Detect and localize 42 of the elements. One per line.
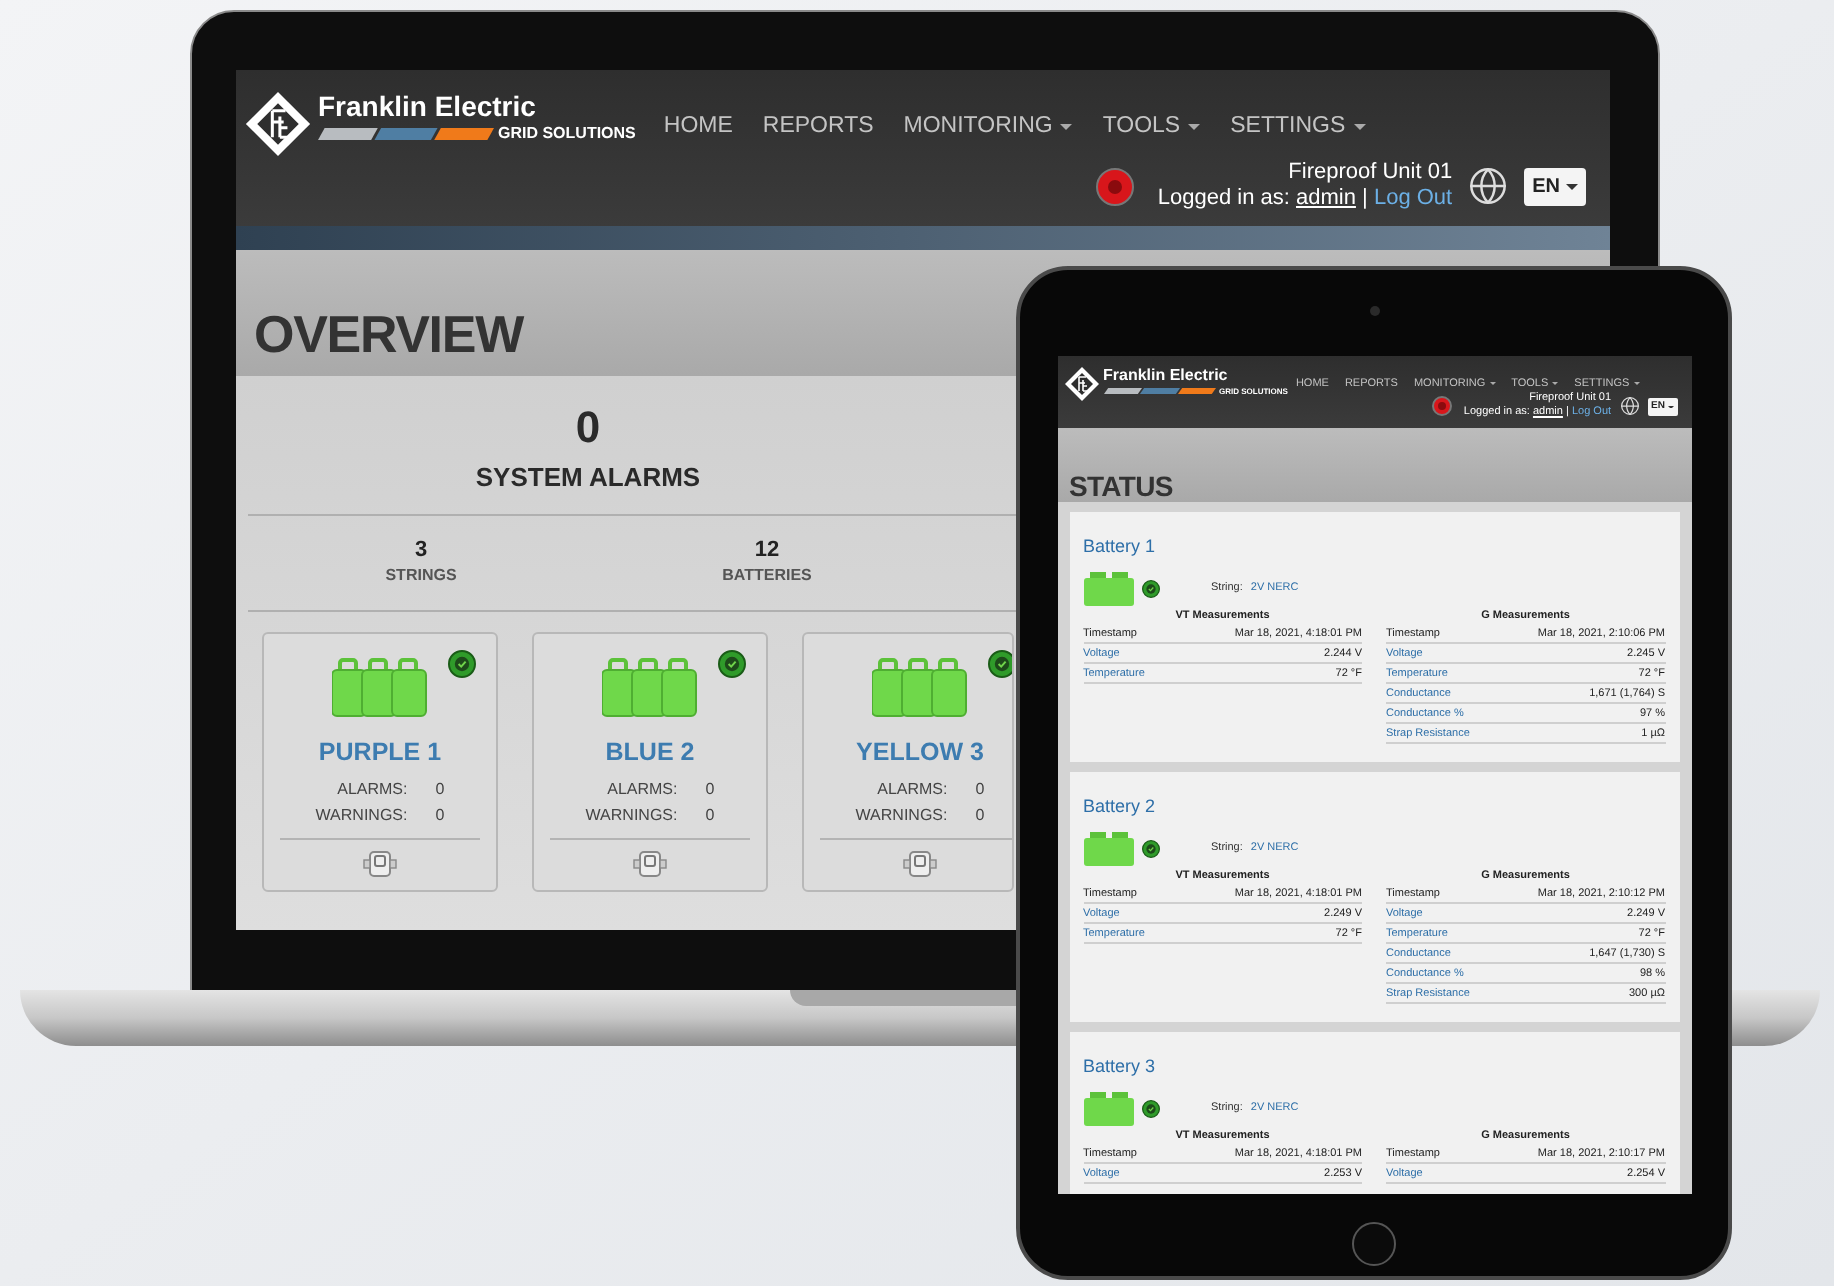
alarms-count: 0 [975, 777, 985, 802]
alarm-label: SYSTEM ALARMS [475, 462, 701, 494]
warnings-label: WARNINGS: [855, 803, 948, 828]
alarms-label: ALARMS: [335, 777, 408, 802]
string-card[interactable]: BLUE 2 ALARMS: 0 WARNINGS: 0 [532, 632, 768, 892]
alarms-count: 0 [705, 777, 715, 802]
warnings-count: 0 [435, 803, 445, 828]
page-title: STATUS [1069, 470, 1173, 503]
string-name[interactable]: PURPLE 1 [318, 734, 442, 772]
username-link[interactable]: admin [1296, 186, 1356, 210]
warnings-count: 0 [705, 803, 715, 828]
nav-link[interactable]: MONITORING [903, 110, 1073, 145]
unit-name: Fireproof Unit 01 [1288, 160, 1453, 186]
nav-link[interactable]: REPORTS [762, 110, 874, 145]
alarms-label: ALARMS: [605, 777, 678, 802]
battery-name[interactable]: Battery 2 [1083, 796, 1156, 817]
nav-link[interactable]: SETTINGS [1230, 110, 1366, 145]
warnings-label: WARNINGS: [585, 803, 678, 828]
battery-name[interactable]: Battery 1 [1083, 536, 1156, 557]
login-status-text: Logged in as: admin | Log Out [1157, 186, 1453, 212]
alarm-count: 0 [575, 402, 601, 454]
page-title: OVERVIEW [254, 306, 523, 362]
nav-link[interactable]: TOOLS [1102, 110, 1201, 145]
warnings-count: 0 [975, 803, 985, 828]
battery-name[interactable]: Battery 3 [1083, 1056, 1156, 1077]
brand-name: Franklin Electric [1103, 366, 1230, 386]
warnings-label: WARNINGS: [315, 803, 408, 828]
string-card[interactable]: YELLOW 3 ALARMS: 0 WARNINGS: 0 [802, 632, 1014, 892]
language-select[interactable]: EN [1524, 167, 1586, 205]
string-name[interactable]: YELLOW 3 [856, 734, 984, 772]
stat-label: STRINGS [385, 564, 457, 588]
brand-name: Franklin Electric [318, 90, 538, 124]
alarms-label: ALARMS: [875, 777, 948, 802]
brand-tagline: GRID SOLUTIONS [498, 124, 636, 142]
string-card[interactable]: PURPLE 1 ALARMS: 0 WARNINGS: 0 [262, 632, 498, 892]
alarms-count: 0 [435, 777, 445, 802]
stat-value: 3 [414, 538, 428, 564]
nav-link[interactable]: HOME [663, 110, 733, 145]
stat-label: BATTERIES [722, 564, 812, 588]
string-name[interactable]: BLUE 2 [605, 734, 695, 772]
logout-link[interactable]: Log Out [1373, 186, 1453, 210]
stat-value: 12 [754, 538, 780, 564]
